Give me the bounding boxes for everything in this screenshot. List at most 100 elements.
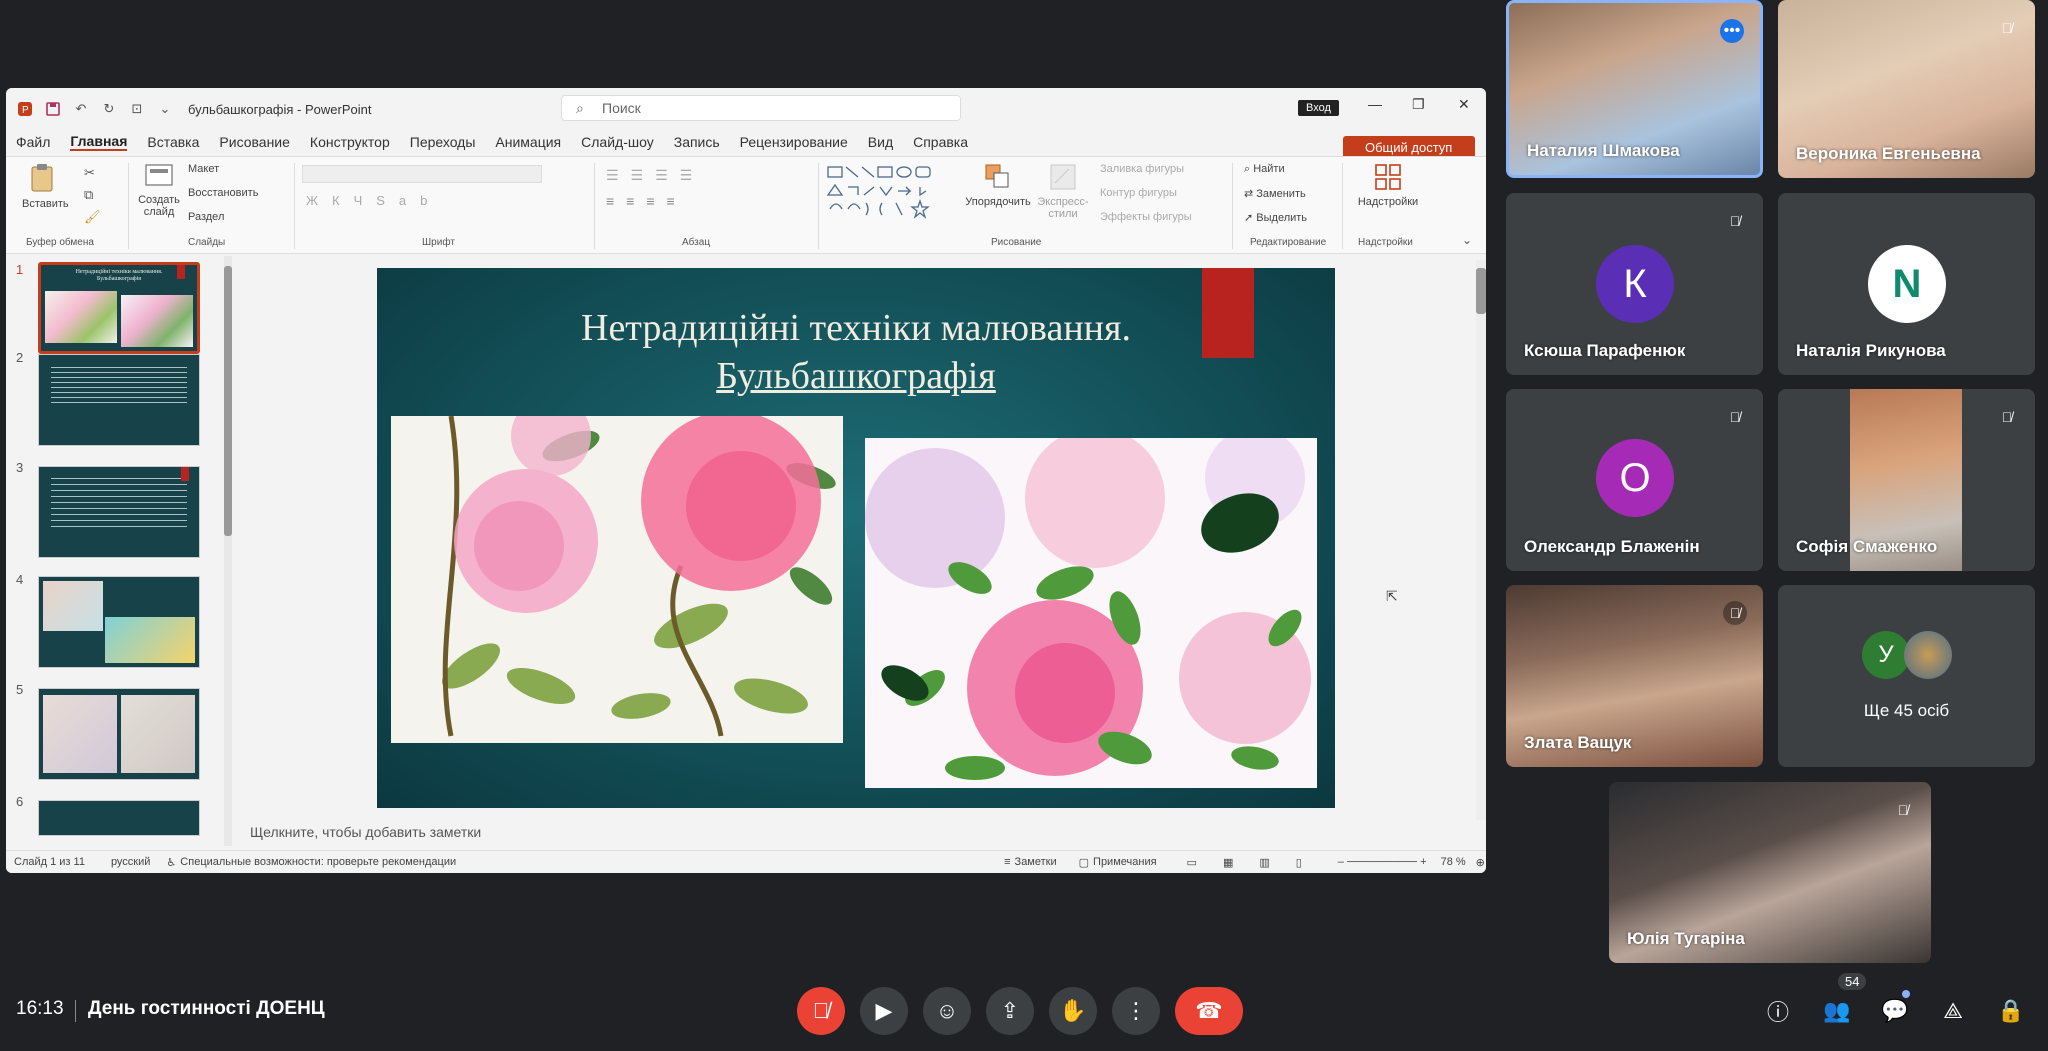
new-slide-button[interactable]: Создать слайд <box>132 163 186 218</box>
minimize-icon[interactable]: — <box>1368 96 1382 112</box>
scrollbar-thumb[interactable] <box>1476 268 1486 314</box>
copy-icon[interactable]: ⧉ <box>84 187 93 203</box>
raise-hand-button[interactable]: ✋ <box>1049 987 1097 1035</box>
reactions-button[interactable]: ☺ <box>923 987 971 1035</box>
cut-icon[interactable]: ✂ <box>84 165 95 181</box>
slide-title[interactable]: Нетрадиційні техніки малювання. Бульбашк… <box>377 304 1335 400</box>
arrange-button[interactable]: Упорядочить <box>964 163 1032 208</box>
view-buttons[interactable]: ▭▦▥▯ <box>1187 856 1328 869</box>
participant-tile[interactable]: N Наталія Рикунова <box>1778 193 2035 375</box>
layout-button[interactable]: Макет <box>188 163 219 175</box>
thumb-text-lines <box>51 473 187 531</box>
close-icon[interactable]: ✕ <box>1458 96 1470 113</box>
notes-icon: ≡ <box>1004 856 1011 868</box>
signin-button[interactable]: Вход <box>1298 100 1339 116</box>
section-button[interactable]: Раздел <box>188 211 224 223</box>
tab-review[interactable]: Рецензирование <box>740 134 848 150</box>
camera-toggle-button[interactable]: ▶ <box>860 987 908 1035</box>
participant-tile-self[interactable]: 🎙̸ Юлія Тугаріна <box>1609 782 1931 963</box>
mic-off-icon: 🎙̸ <box>2001 20 2013 36</box>
tab-view[interactable]: Вид <box>868 134 893 150</box>
list-buttons[interactable]: ☰☰☰☰ <box>606 167 704 184</box>
present-icon[interactable]: ⊡ <box>128 100 146 118</box>
undo-icon[interactable]: ↶ <box>72 100 90 118</box>
hydrangea-painting-1[interactable] <box>391 416 843 743</box>
tab-design[interactable]: Конструктор <box>310 134 390 150</box>
thumbnails-scrollbar[interactable] <box>224 256 232 846</box>
end-call-icon: ☎ <box>1195 998 1223 1023</box>
tab-slideshow[interactable]: Слайд-шоу <box>581 134 654 150</box>
new-slide-icon <box>145 164 173 186</box>
accessibility-status[interactable]: Специальные возможности: проверьте реком… <box>180 856 456 868</box>
notes-button[interactable]: Заметки <box>1015 856 1057 868</box>
slide-thumbnail-4[interactable] <box>38 576 200 668</box>
scrollbar-thumb[interactable] <box>224 266 232 536</box>
find-button[interactable]: ⌕ Найти <box>1244 163 1285 176</box>
people-button[interactable]: 👥 <box>1822 996 1852 1026</box>
more-options-icon[interactable]: ••• <box>1720 19 1744 43</box>
meeting-details-button[interactable]: ⓘ <box>1763 996 1793 1026</box>
shape-fill-button[interactable]: Заливка фигуры <box>1100 163 1184 175</box>
select-button[interactable]: ➚ Выделить <box>1244 211 1307 224</box>
tab-animations[interactable]: Анимация <box>495 134 561 150</box>
leave-call-button[interactable]: ☎ <box>1175 987 1243 1035</box>
paste-button[interactable]: Вставить <box>22 163 69 210</box>
shape-outline-button[interactable]: Контур фигуры <box>1100 187 1177 199</box>
slide-scrollbar[interactable] <box>1476 260 1486 820</box>
fit-slide-icon[interactable]: ⊕ <box>1476 856 1485 869</box>
collapse-ribbon-icon[interactable]: ⌄ <box>1462 233 1472 247</box>
participant-tile[interactable]: 🎙̸ Софія Смаженко <box>1778 389 2035 571</box>
replace-button[interactable]: ⇄ Заменить <box>1244 187 1306 200</box>
reset-button[interactable]: Восстановить <box>188 187 258 199</box>
notes-pane[interactable]: Щелкните, чтобы добавить заметки <box>250 824 481 840</box>
zoom-level[interactable]: 78 % <box>1441 856 1466 868</box>
slide-thumbnail-1[interactable]: Нетрадиційні техніки малювання. Бульбашк… <box>38 262 200 354</box>
thumb-image-2 <box>105 617 195 663</box>
activities-button[interactable]: ⟁ <box>1938 996 1968 1026</box>
participant-tile[interactable]: 🎙̸ Вероника Евгеньевна <box>1778 0 2035 178</box>
participant-tile[interactable]: 🎙̸ О Олександр Блаженін <box>1506 389 1763 571</box>
tab-insert[interactable]: Вставка <box>147 134 199 150</box>
slide-thumbnail-6[interactable] <box>38 800 200 836</box>
shapes-gallery[interactable] <box>826 165 946 230</box>
quick-styles-button[interactable]: Экспресс-стили <box>1036 163 1090 220</box>
font-family-select[interactable] <box>302 165 542 183</box>
present-button[interactable]: ⇪ <box>986 987 1034 1035</box>
search-input[interactable]: ⌕ Поиск <box>561 95 961 121</box>
tab-help[interactable]: Справка <box>913 134 968 150</box>
tab-draw[interactable]: Рисование <box>219 134 290 150</box>
thumb-number: 3 <box>16 460 24 475</box>
save-icon[interactable] <box>44 100 62 118</box>
ribbon: Вставить ✂ ⧉ 🖌 Буфер обмена Создать слай… <box>6 156 1486 254</box>
customize-icon[interactable]: ⌄ <box>156 100 174 118</box>
slide-canvas[interactable]: Нетрадиційні техніки малювання. Бульбашк… <box>377 268 1335 808</box>
chat-button[interactable]: 💬 <box>1880 996 1910 1026</box>
mic-toggle-button[interactable]: 🎙̸ <box>797 987 845 1035</box>
tab-record[interactable]: Запись <box>674 134 720 150</box>
slide-thumbnail-2[interactable] <box>38 354 200 446</box>
maximize-icon[interactable]: ❐ <box>1412 96 1425 113</box>
slide-thumbnail-3[interactable] <box>38 466 200 558</box>
tab-file[interactable]: Файл <box>16 134 50 150</box>
participant-tile[interactable]: 🎙̸ К Ксюша Парафенюк <box>1506 193 1763 375</box>
shape-effects-button[interactable]: Эффекты фигуры <box>1100 211 1192 223</box>
addins-button[interactable]: Надстройки <box>1352 163 1424 208</box>
format-painter-icon[interactable]: 🖌 <box>84 209 101 225</box>
participant-tile[interactable]: ••• Наталия Шмакова <box>1506 0 1763 178</box>
more-participants-tile[interactable]: У Ще 45 осіб <box>1778 585 2035 767</box>
slide-thumbnail-5[interactable] <box>38 688 200 780</box>
language[interactable]: русский <box>111 856 150 868</box>
tab-home[interactable]: Главная <box>70 133 128 151</box>
thumb-image-2 <box>121 295 193 347</box>
zoom-slider[interactable]: – ───────── + <box>1338 856 1427 868</box>
comments-button[interactable]: Примечания <box>1093 856 1157 868</box>
align-buttons[interactable]: ≡≡≡≡ <box>606 193 687 209</box>
font-format-buttons[interactable]: ЖКЧSab <box>306 193 441 208</box>
hydrangea-painting-2[interactable] <box>865 438 1317 788</box>
participant-tile[interactable]: 🎙̸ Злата Ващук <box>1506 585 1763 767</box>
more-options-button[interactable]: ⋮ <box>1112 987 1160 1035</box>
host-controls-button[interactable]: 🔒 <box>1996 996 2026 1026</box>
redo-icon[interactable]: ↻ <box>100 100 118 118</box>
tab-transitions[interactable]: Переходы <box>410 134 476 150</box>
people-count-badge: 54 <box>1838 973 1867 990</box>
